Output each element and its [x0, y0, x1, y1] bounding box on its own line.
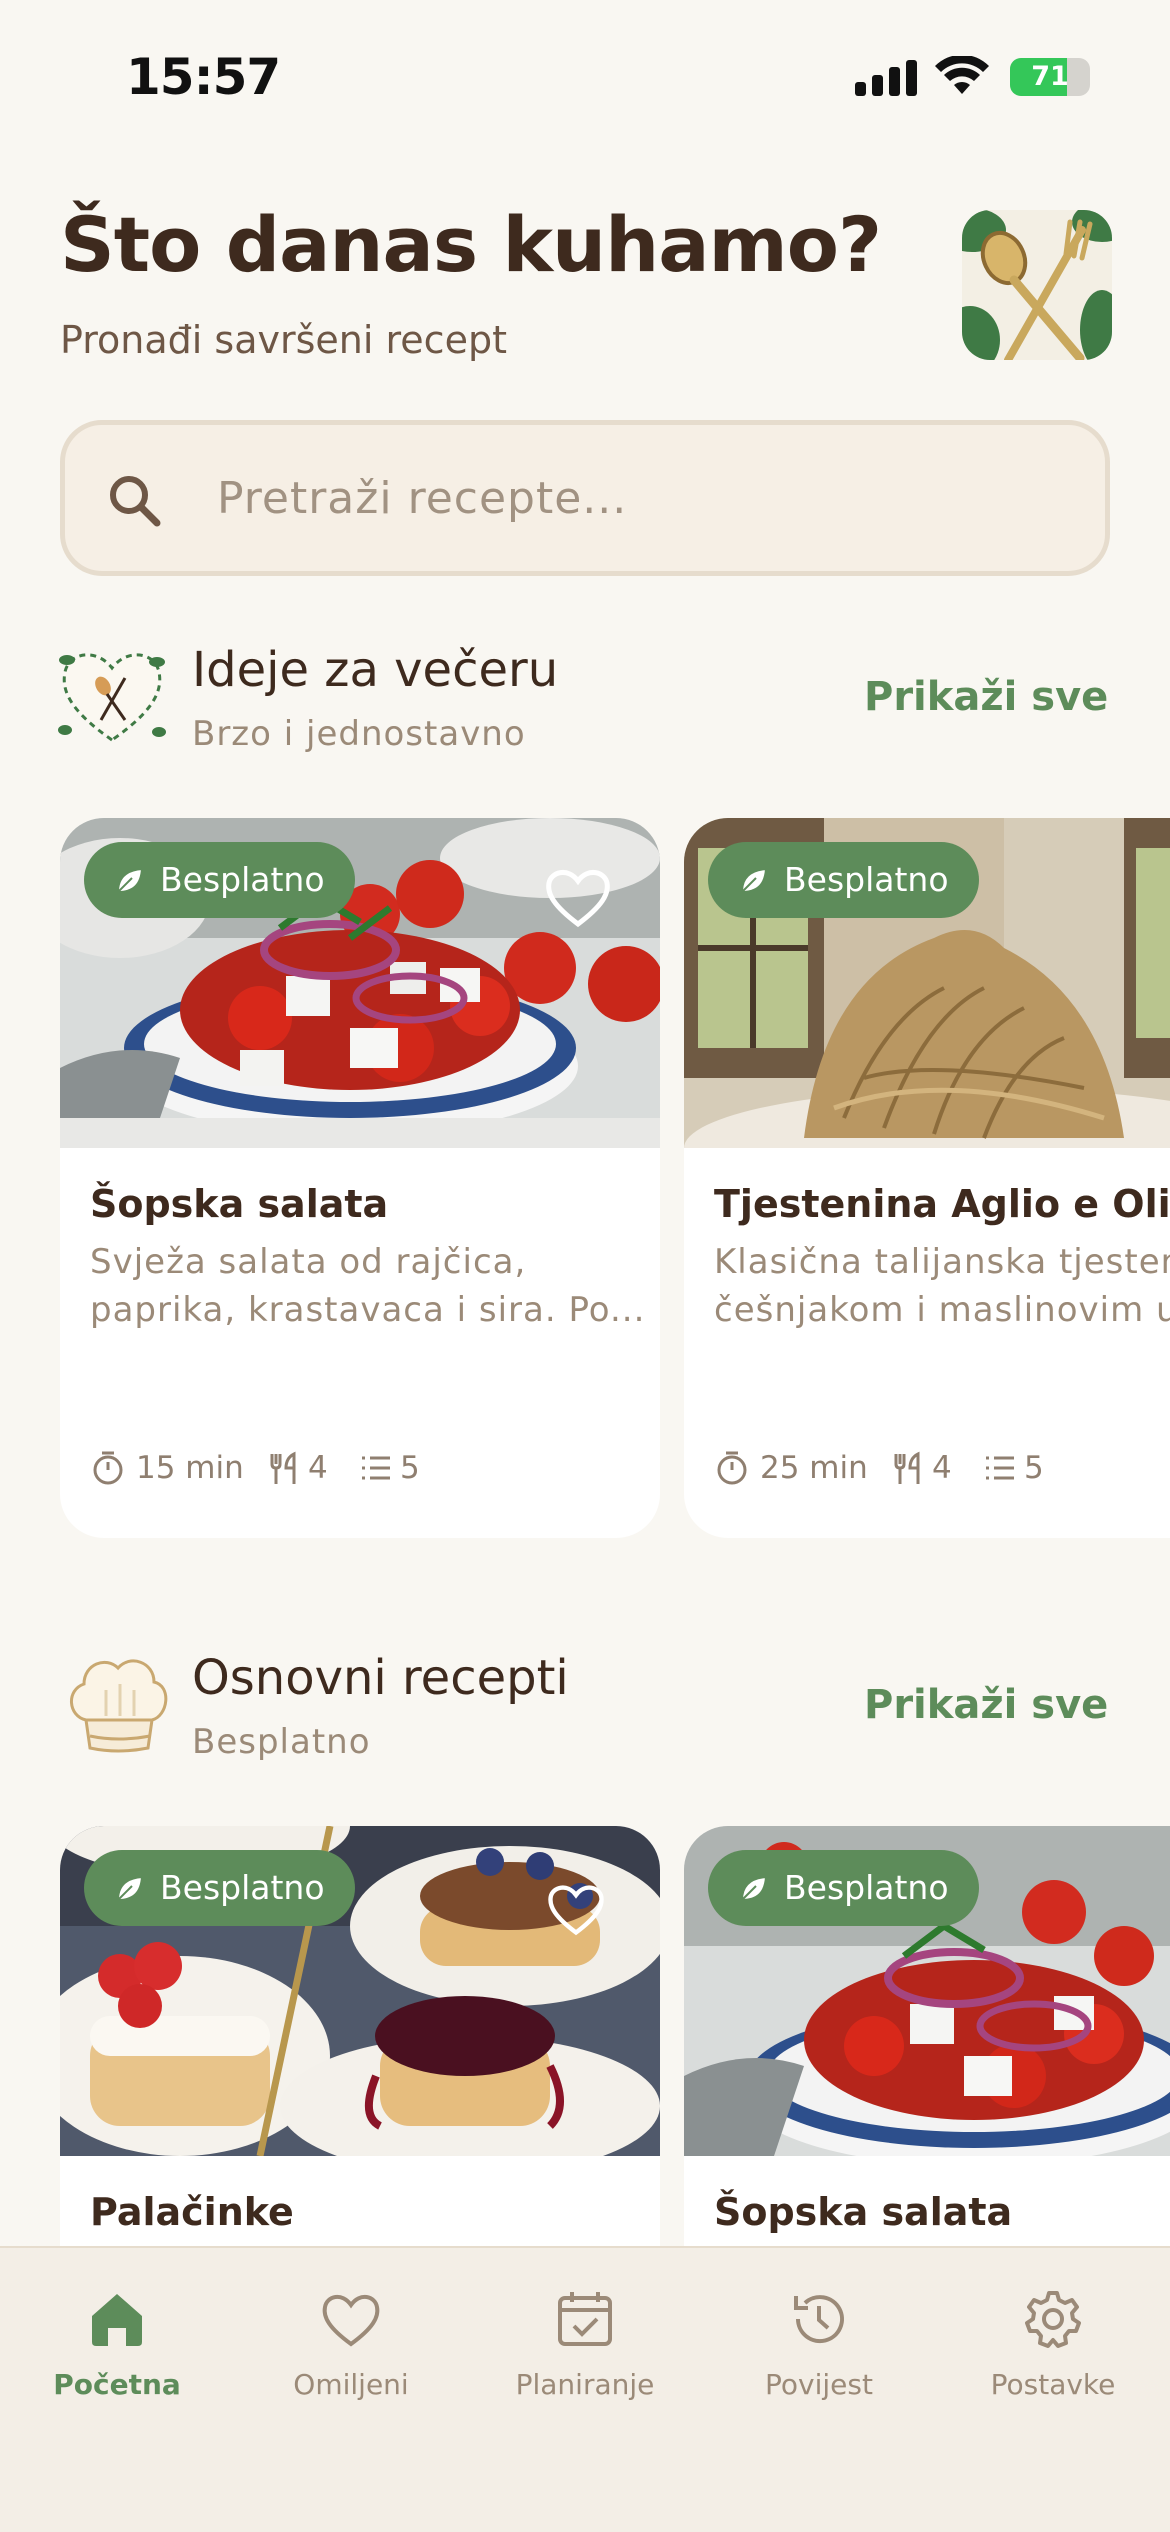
- search-icon: [110, 476, 161, 527]
- timer-icon: [93, 1451, 123, 1485]
- recipe-description: Klasična talijanska tjestenina s češnjak…: [714, 1238, 1170, 1334]
- tab-history[interactable]: Povijest: [702, 2248, 936, 2448]
- tab-planning[interactable]: Planiranje: [468, 2248, 702, 2448]
- spoon-fork-icon: [962, 210, 1112, 360]
- recipe-servings: 4: [308, 1450, 328, 1486]
- tab-settings[interactable]: Postavke: [936, 2248, 1170, 2448]
- free-badge-label: Besplatno: [784, 1868, 949, 1907]
- section-title-dinner: Ideje za večeru: [192, 642, 559, 698]
- recipe-steps: 5: [1024, 1450, 1044, 1486]
- recipe-card[interactable]: Besplatno Tjestenina Aglio e Olio Klasič…: [684, 818, 1170, 1538]
- free-badge: Besplatno: [708, 842, 979, 918]
- leaf-icon: [740, 867, 768, 894]
- free-badge: Besplatno: [708, 1850, 979, 1926]
- list-icon: [362, 1456, 390, 1480]
- recipe-steps: 5: [400, 1450, 420, 1486]
- recipe-title: Šopska salata: [714, 2190, 1013, 2234]
- recipe-time: 15 min: [136, 1450, 244, 1486]
- list-icon: [986, 1456, 1014, 1480]
- leaf-icon: [116, 867, 144, 894]
- wifi-icon: [935, 56, 989, 94]
- recipe-card[interactable]: Besplatno Šopska salata Svježa salata od…: [60, 818, 660, 1538]
- free-badge-label: Besplatno: [160, 860, 325, 899]
- calendar-check-icon: [558, 2292, 612, 2346]
- recipe-card[interactable]: Besplatno Palačinke: [60, 1826, 660, 2246]
- free-badge-label: Besplatno: [160, 1868, 325, 1907]
- page-subtitle: Pronađi savršeni recept: [60, 318, 507, 362]
- bottom-tab-bar: Početna Omiljeni Planiranje Povijest Pos…: [0, 2246, 1170, 2532]
- settings-icon: [1025, 2291, 1081, 2348]
- timer-icon: [717, 1451, 747, 1485]
- tab-label: Postavke: [990, 2368, 1116, 2401]
- free-badge: Besplatno: [84, 1850, 355, 1926]
- recipe-time: 25 min: [760, 1450, 868, 1486]
- battery-level: 71: [1031, 61, 1069, 92]
- tab-label: Početna: [53, 2368, 181, 2401]
- chef-hat-icon: [70, 1659, 168, 1753]
- cutlery-icon: [894, 1451, 920, 1484]
- tab-label: Povijest: [765, 2368, 873, 2401]
- show-all-dinner-link[interactable]: Prikaži sve: [864, 674, 1108, 720]
- tab-favorites[interactable]: Omiljeni: [234, 2248, 468, 2448]
- recipe-description-line: Svježa salata od rajčica,: [90, 1242, 527, 1282]
- tab-label: Omiljeni: [293, 2368, 409, 2401]
- recipe-description: Svježa salata od rajčica, paprika, krast…: [90, 1238, 650, 1334]
- section-title-basic: Osnovni recepti: [192, 1650, 569, 1706]
- history-icon: [794, 2295, 844, 2344]
- cutlery-icon: [270, 1451, 296, 1484]
- recipe-description-line: paprika, krastavaca i sira. Po...: [90, 1290, 646, 1330]
- heart-icon: [322, 2295, 380, 2347]
- recipe-title: Tjestenina Aglio e Olio: [714, 1182, 1170, 1226]
- search-bar[interactable]: [60, 420, 1110, 576]
- favorite-heart-icon[interactable]: [546, 1882, 606, 1936]
- leaf-icon: [116, 1875, 144, 1902]
- tab-label: Planiranje: [515, 2368, 655, 2401]
- show-all-basic-link[interactable]: Prikaži sve: [864, 1682, 1108, 1728]
- recipe-title: Šopska salata: [90, 1182, 389, 1226]
- heart-cutlery-icon: [58, 653, 166, 742]
- recipe-description-line: Klasična talijanska tjestenina s: [714, 1242, 1170, 1282]
- cellular-signal-icon: [855, 60, 917, 96]
- recipe-servings: 4: [932, 1450, 952, 1486]
- leaf-icon: [740, 1875, 768, 1902]
- app-logo: [962, 210, 1112, 360]
- free-badge-label: Besplatno: [784, 860, 949, 899]
- recipe-description-line: češnjakom i maslinovim uljem...: [714, 1290, 1170, 1330]
- status-time: 15:57: [126, 48, 281, 106]
- search-input[interactable]: [217, 455, 1057, 541]
- tab-home[interactable]: Početna: [0, 2248, 234, 2448]
- battery-icon: 71: [1010, 58, 1090, 96]
- favorite-heart-icon[interactable]: [544, 866, 612, 928]
- status-bar: 15:57 71: [0, 0, 1170, 150]
- home-icon: [92, 2294, 142, 2346]
- recipe-card[interactable]: Besplatno Šopska salata: [684, 1826, 1170, 2246]
- free-badge: Besplatno: [84, 842, 355, 918]
- section-subtitle-basic: Besplatno: [192, 1722, 371, 1762]
- recipe-title: Palačinke: [90, 2190, 294, 2234]
- section-subtitle-dinner: Brzo i jednostavno: [192, 714, 526, 754]
- page-title: Što danas kuhamo?: [60, 200, 882, 289]
